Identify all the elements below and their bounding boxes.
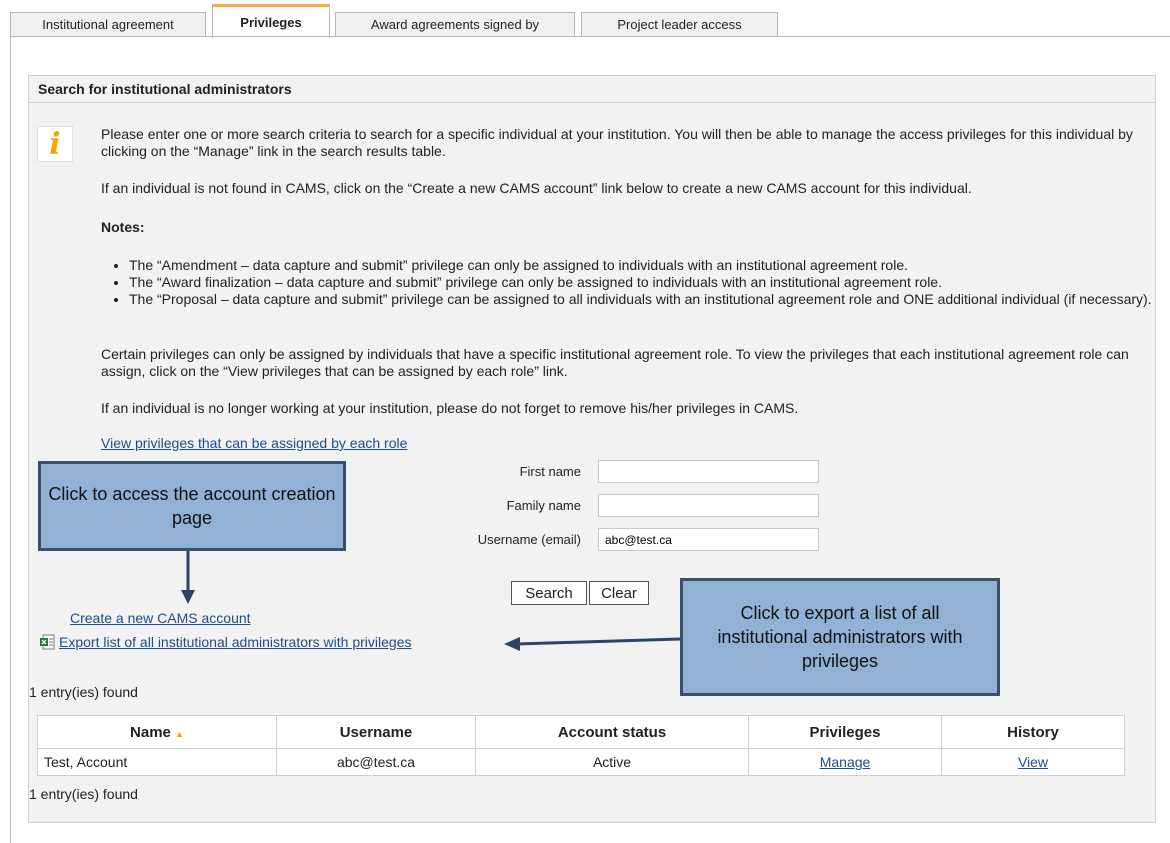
callout-arrows [181,551,681,651]
arrow-to-create-link [181,551,195,604]
arrow-to-export-link [504,637,681,651]
